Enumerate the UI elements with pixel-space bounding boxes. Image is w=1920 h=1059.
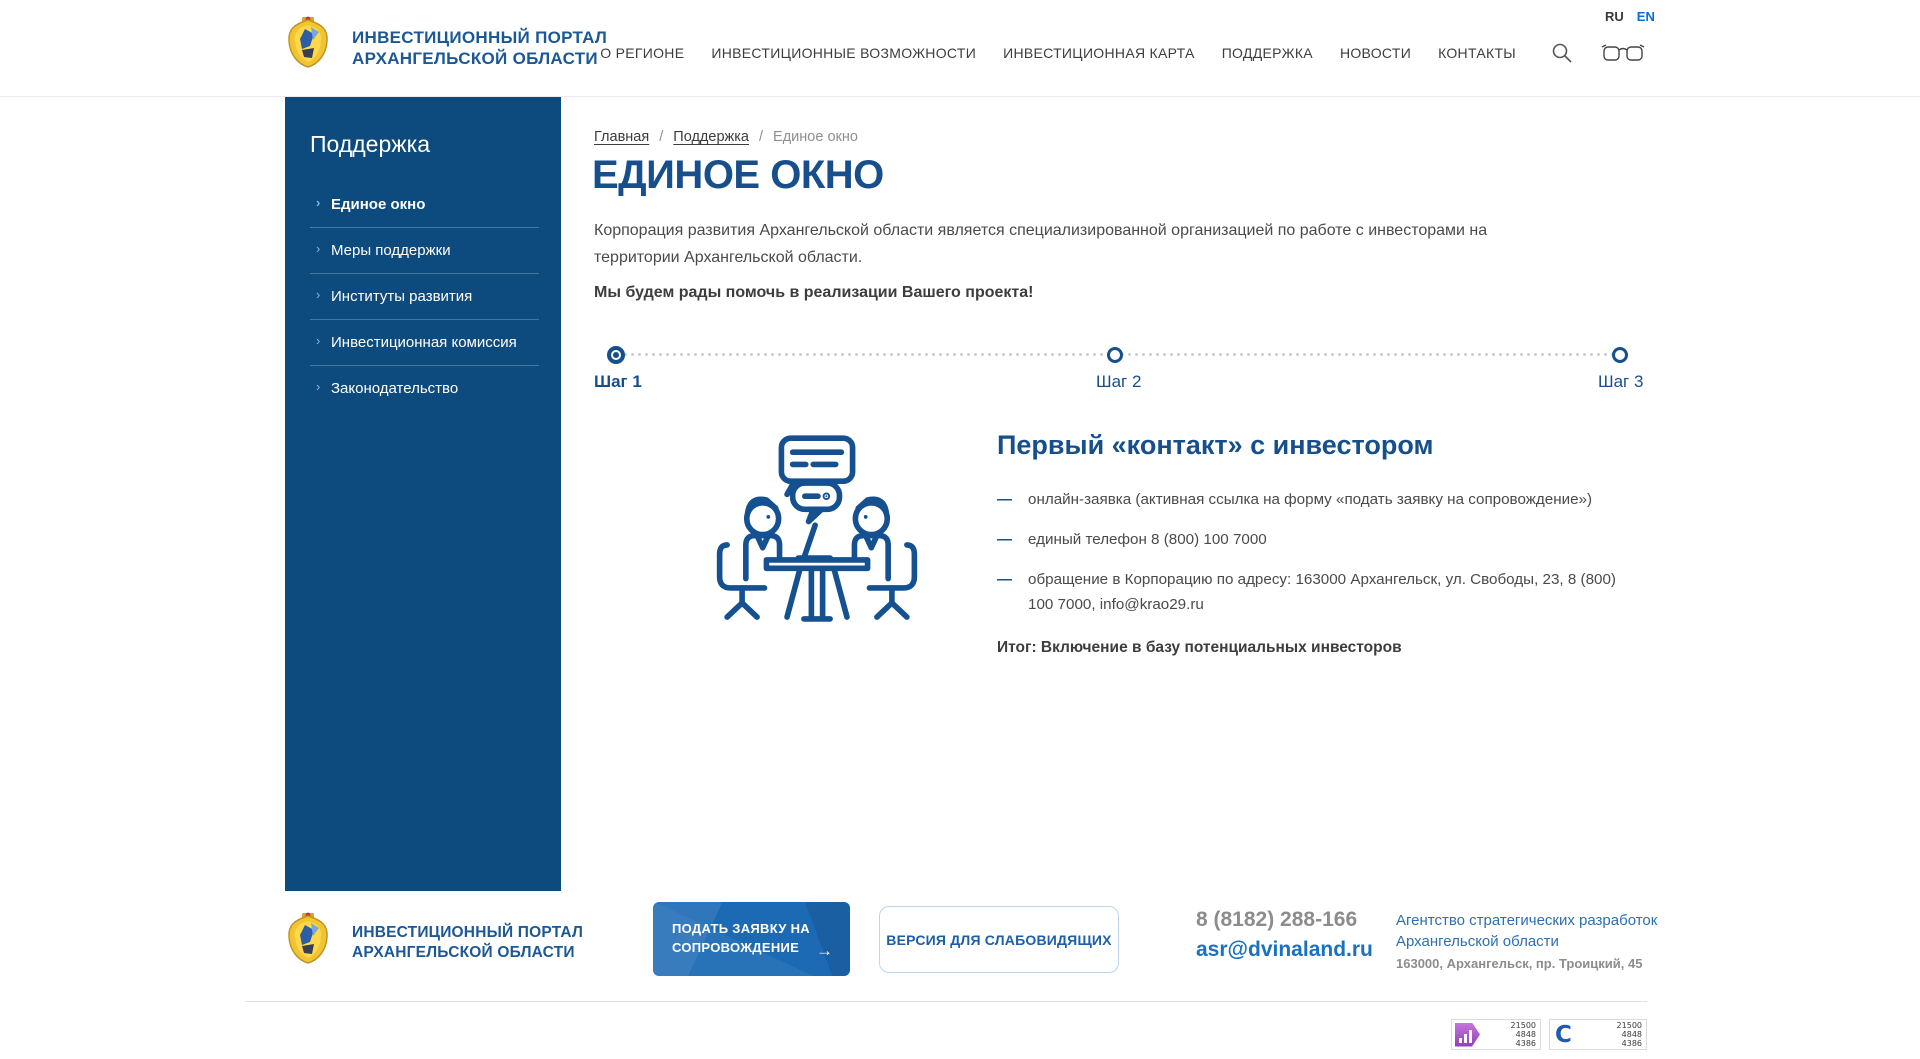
language-switcher: RU EN xyxy=(1605,9,1655,24)
nav-investment-map[interactable]: ИНВЕСТИЦИОННАЯ КАРТА xyxy=(1003,45,1195,61)
nav-investment-opportunities[interactable]: ИНВЕСТИЦИОННЫЕ ВОЗМОЖНОСТИ xyxy=(711,45,976,61)
bar-chart-counter-icon xyxy=(1455,1023,1480,1047)
list-item: — единый телефон 8 (800) 100 7000 xyxy=(997,527,1653,552)
step-3-label[interactable]: Шаг 3 xyxy=(1598,372,1643,392)
sidebar-item-zakonodatelstvo[interactable]: › Законодательство xyxy=(310,365,539,411)
page: ИНВЕСТИЦИОННЫЙ ПОРТАЛ АРХАНГЕЛЬСКОЙ ОБЛА… xyxy=(0,0,1920,1059)
dash-bullet-icon: — xyxy=(997,487,1015,512)
sidebar-item-instituty-razvitiya[interactable]: › Институты развития xyxy=(310,273,539,319)
sidebar-menu: › Единое окно › Меры поддержки › Институ… xyxy=(310,182,539,411)
counter-values: 21500 4848 4386 xyxy=(1617,1021,1646,1048)
page-title: ЕДИНОЕ ОКНО xyxy=(592,153,884,198)
coat-of-arms-logo-footer[interactable] xyxy=(285,909,331,967)
sidebar-support: Поддержка › Единое окно › Меры поддержки… xyxy=(285,97,561,891)
lang-ru[interactable]: RU xyxy=(1605,9,1624,24)
main-nav: О РЕГИОНЕ ИНВЕСТИЦИОННЫЕ ВОЗМОЖНОСТИ ИНВ… xyxy=(600,10,1516,96)
list-item: — онлайн-заявка (активная ссылка на форм… xyxy=(997,487,1653,512)
intro-paragraph: Корпорация развития Архангельской област… xyxy=(594,217,1546,271)
sidebar-item-label: Меры поддержки xyxy=(331,242,451,259)
sidebar-item-label: Законодательство xyxy=(331,380,458,397)
sidebar-item-label: Инвестиционная комиссия xyxy=(331,334,517,351)
counter-values: 21500 4848 4386 xyxy=(1511,1021,1540,1048)
breadcrumb-separator: / xyxy=(759,129,763,145)
visually-impaired-version-button[interactable]: ВЕРСИЯ ДЛЯ СЛАБОВИДЯЩИХ xyxy=(879,906,1119,973)
c-logo-counter-icon: C xyxy=(1555,1023,1572,1047)
header: ИНВЕСТИЦИОННЫЙ ПОРТАЛ АРХАНГЕЛЬСКОЙ ОБЛА… xyxy=(0,0,1920,97)
lang-en[interactable]: EN xyxy=(1637,9,1655,24)
visitor-counter-badge-1[interactable]: 21500 4848 4386 xyxy=(1451,1019,1541,1050)
accessibility-glasses-icon[interactable] xyxy=(1601,44,1645,63)
breadcrumb-separator: / xyxy=(659,129,663,145)
footer-phone[interactable]: 8 (8182) 288-166 xyxy=(1196,908,1357,932)
intro-bold-paragraph: Мы будем рады помочь в реализации Вашего… xyxy=(594,284,1033,302)
first-contact-section: Первый «контакт» с инвестором — онлайн-з… xyxy=(997,430,1653,657)
first-contact-title: Первый «контакт» с инвестором xyxy=(997,430,1653,461)
footer-address: 163000, Архангельск, пр. Троицкий, 45 xyxy=(1396,956,1642,971)
sidebar-item-label: Институты развития xyxy=(331,288,472,305)
chevron-right-icon: › xyxy=(316,333,320,348)
chevron-right-icon: › xyxy=(316,195,320,210)
list-item-text: обращение в Корпорацию по адресу: 163000… xyxy=(1028,567,1643,617)
meeting-illustration xyxy=(714,426,920,632)
sidebar-item-investicionnaya-komissiya[interactable]: › Инвестиционная комиссия xyxy=(310,319,539,365)
arrow-right-icon: → xyxy=(816,941,833,961)
coat-of-arms-logo[interactable] xyxy=(285,16,331,68)
submit-application-label: ПОДАТЬ ЗАЯВКУ НА СОПРОВОЖДЕНИЕ xyxy=(672,919,812,957)
list-item-text: единый телефон 8 (800) 100 7000 xyxy=(1028,527,1643,552)
search-icon[interactable] xyxy=(1550,41,1574,65)
first-contact-result: Итог: Включение в базу потенциальных инв… xyxy=(997,639,1653,657)
breadcrumb-current: Единое окно xyxy=(773,129,858,145)
visitor-counter-badge-2[interactable]: C 21500 4848 4386 xyxy=(1549,1019,1647,1050)
footer-email[interactable]: asr@dvinaland.ru xyxy=(1196,938,1373,962)
step-3-dot[interactable] xyxy=(1612,347,1628,363)
footer-agency-line2: Архангельской области xyxy=(1396,931,1657,952)
chevron-right-icon: › xyxy=(316,287,320,302)
visually-impaired-version-label: ВЕРСИЯ ДЛЯ СЛАБОВИДЯЩИХ xyxy=(886,932,1111,948)
breadcrumb: Главная / Поддержка / Единое окно xyxy=(594,129,858,145)
chevron-right-icon: › xyxy=(316,379,320,394)
footer-divider xyxy=(245,1001,1647,1002)
step-2-label[interactable]: Шаг 2 xyxy=(1096,372,1141,392)
submit-application-button[interactable]: ПОДАТЬ ЗАЯВКУ НА СОПРОВОЖДЕНИЕ → xyxy=(653,902,850,976)
nav-news[interactable]: НОВОСТИ xyxy=(1340,45,1411,61)
step-2-dot[interactable] xyxy=(1107,347,1123,363)
nav-support[interactable]: ПОДДЕРЖКА xyxy=(1222,45,1313,61)
site-title[interactable]: ИНВЕСТИЦИОННЫЙ ПОРТАЛ АРХАНГЕЛЬСКОЙ ОБЛА… xyxy=(352,27,607,69)
step-1-label[interactable]: Шаг 1 xyxy=(594,372,642,392)
sidebar-title: Поддержка xyxy=(310,131,561,158)
list-item: — обращение в Корпорацию по адресу: 1630… xyxy=(997,567,1653,617)
sidebar-item-edinoe-okno[interactable]: › Единое окно xyxy=(310,182,539,227)
chevron-right-icon: › xyxy=(316,241,320,256)
site-title-line1: ИНВЕСТИЦИОННЫЙ ПОРТАЛ xyxy=(352,27,607,48)
site-title-line2: АРХАНГЕЛЬСКОЙ ОБЛАСТИ xyxy=(352,48,607,69)
footer-site-title-line1: ИНВЕСТИЦИОННЫЙ ПОРТАЛ xyxy=(352,923,583,943)
footer-agency-line1: Агентство стратегических разработок xyxy=(1396,910,1657,931)
nav-contacts[interactable]: КОНТАКТЫ xyxy=(1438,45,1516,61)
footer: ИНВЕСТИЦИОННЫЙ ПОРТАЛ АРХАНГЕЛЬСКОЙ ОБЛА… xyxy=(0,891,1920,1059)
step-1-dot-active[interactable] xyxy=(607,346,625,364)
breadcrumb-support[interactable]: Поддержка xyxy=(673,129,749,145)
footer-site-title-line2: АРХАНГЕЛЬСКОЙ ОБЛАСТИ xyxy=(352,943,583,963)
dash-bullet-icon: — xyxy=(997,527,1015,552)
dash-bullet-icon: — xyxy=(997,567,1015,617)
first-contact-list: — онлайн-заявка (активная ссылка на форм… xyxy=(997,487,1653,617)
sidebar-item-label: Единое окно xyxy=(331,196,425,213)
list-item-text: онлайн-заявка (активная ссылка на форму … xyxy=(1028,487,1643,512)
nav-about-region[interactable]: О РЕГИОНЕ xyxy=(600,45,684,61)
footer-agency[interactable]: Агентство стратегических разработок Арха… xyxy=(1396,910,1657,952)
sidebar-item-mery-podderzhki[interactable]: › Меры поддержки xyxy=(310,227,539,273)
footer-site-title[interactable]: ИНВЕСТИЦИОННЫЙ ПОРТАЛ АРХАНГЕЛЬСКОЙ ОБЛА… xyxy=(352,923,583,963)
breadcrumb-home[interactable]: Главная xyxy=(594,129,649,145)
